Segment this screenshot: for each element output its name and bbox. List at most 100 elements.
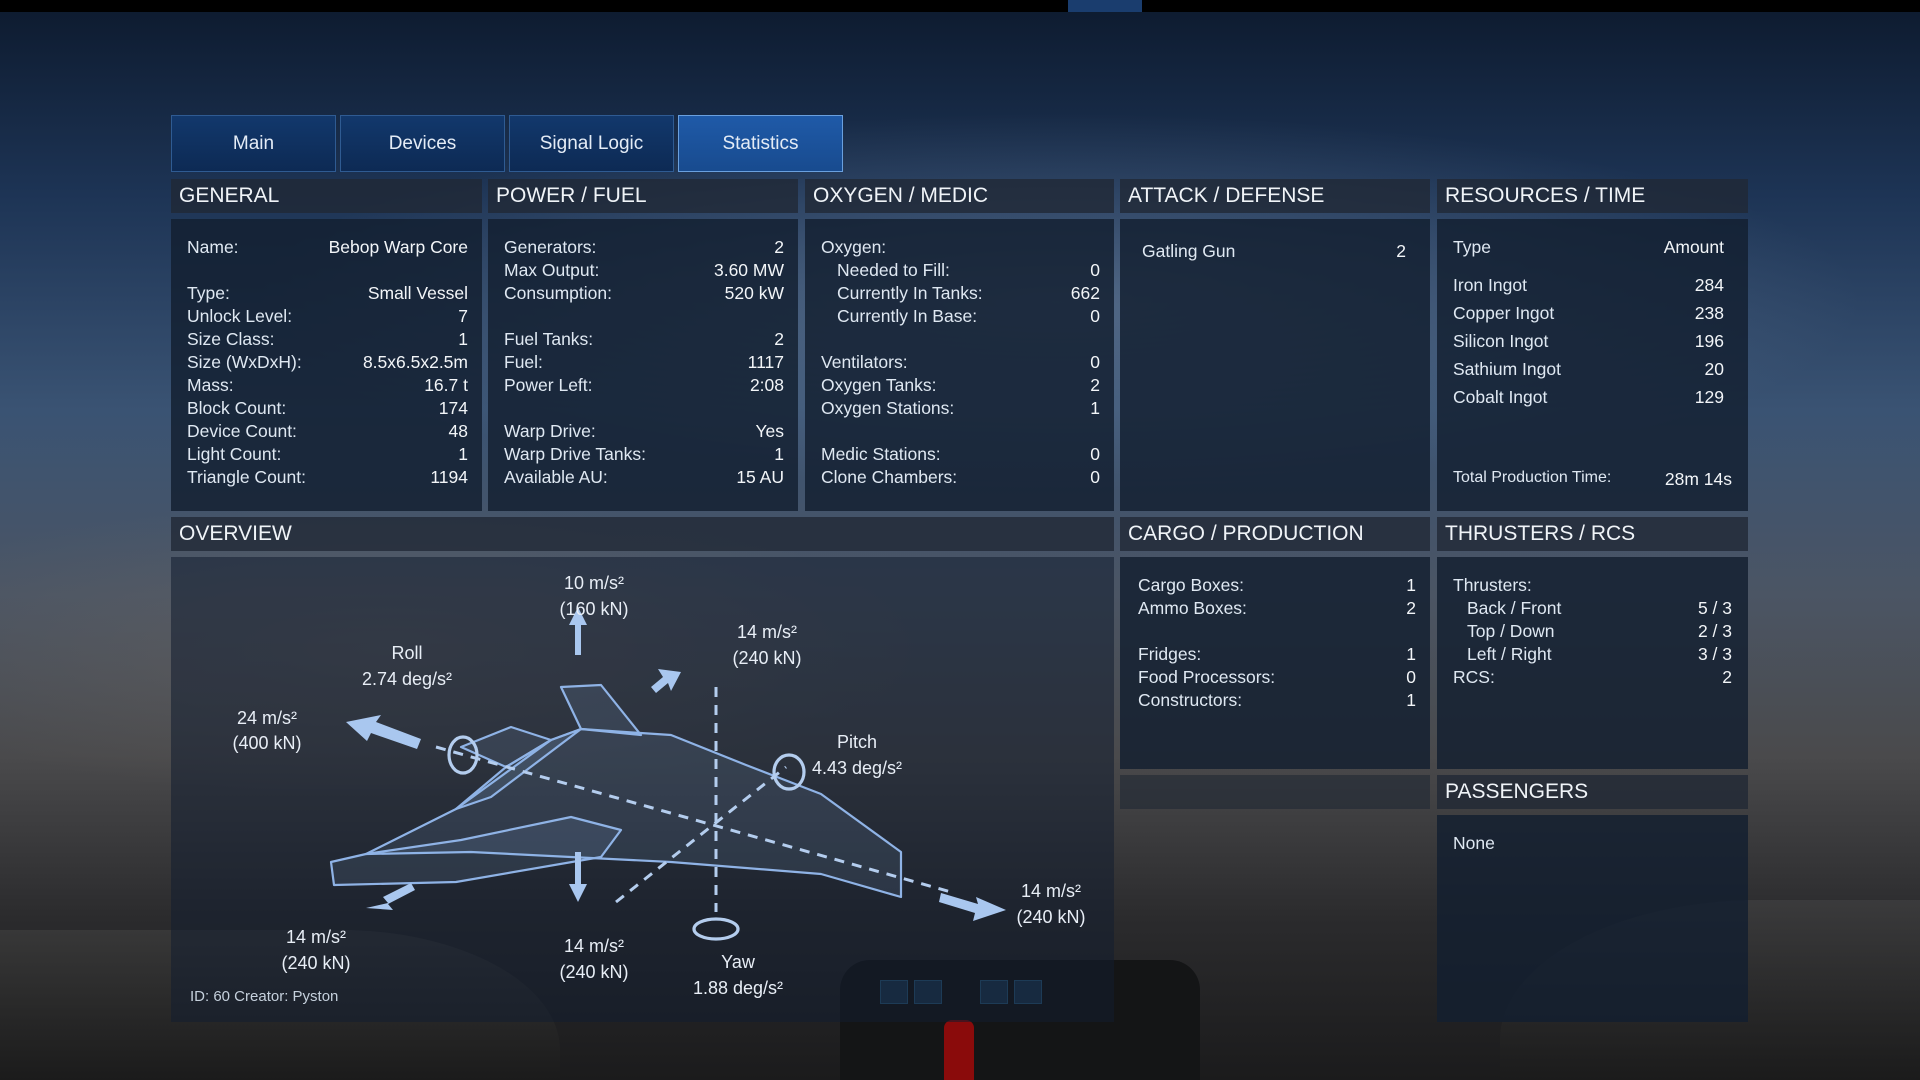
general-row-unlock-level: Unlock Level: 7: [187, 306, 468, 326]
oxygen-row-medic-stations: Medic Stations: 0: [821, 444, 1100, 464]
tab-signal-logic[interactable]: Signal Logic: [509, 115, 674, 172]
thrusters-title: THRUSTERS / RCS: [1437, 517, 1748, 551]
resources-col-amount: Amount: [1663, 237, 1724, 257]
cargo-row-fridges: Fridges: 1: [1138, 644, 1416, 664]
resources-row-cobalt-ingot: Cobalt Ingot 129: [1453, 387, 1724, 407]
general-row-size-class: Size Class: 1: [187, 329, 468, 349]
yaw-ring: [692, 917, 740, 941]
general-row-block-count: Block Count: 174: [187, 398, 468, 418]
general-title: GENERAL: [171, 179, 482, 213]
resources-row-sathium-ingot: Sathium Ingot 20: [1453, 359, 1724, 379]
pitch-label: Pitch: [837, 732, 877, 752]
back-arrow: [939, 893, 1006, 921]
back-force-label: (240 kN): [1016, 907, 1085, 927]
power-row-generators: Generators: 2: [504, 237, 784, 257]
power-row-fuel: Fuel: 1117: [504, 352, 784, 372]
attack-row-gatling-gun: Gatling Gun 2: [1142, 241, 1406, 261]
yaw-label: Yaw: [721, 952, 756, 972]
up-right-arrow: [651, 669, 681, 693]
overview-panel: OVERVIEW 10 m/s² (160 kN) 24 m/s² (400 k…: [171, 517, 1114, 1022]
passengers-panel: PASSENGERS None: [1437, 775, 1748, 1022]
cargo-row-ammo-boxes: Ammo Boxes: 2: [1138, 598, 1416, 618]
tab-main[interactable]: Main: [171, 115, 336, 172]
up-force-label: (160 kN): [559, 599, 628, 619]
oxygen-row-oxygen-stations: Oxygen Stations: 1: [821, 398, 1100, 418]
general-row-device-count: Device Count: 48: [187, 421, 468, 441]
power-row-max-output: Max Output: 3.60 MW: [504, 260, 784, 280]
power-row-warp-drive: Warp Drive: Yes: [504, 421, 784, 441]
oxygen-row-currently-in-tanks: Currently In Tanks: 662: [837, 283, 1100, 303]
resources-row-copper-ingot: Copper Ingot 238: [1453, 303, 1724, 323]
cargo-panel: CARGO / PRODUCTION Cargo Boxes: 1 Ammo Bo…: [1120, 517, 1430, 769]
back-accel-label: 14 m/s²: [1021, 881, 1081, 901]
resources-column-headers: Type Amount: [1453, 237, 1724, 258]
general-row-mass: Mass: 16.7 t: [187, 375, 468, 395]
power-title: POWER / FUEL: [488, 179, 798, 213]
thrusters-row-left-right: Left / Right 3 / 3: [1467, 644, 1732, 664]
cargo-lower-strip: [1120, 775, 1430, 809]
power-row-available-au: Available AU: 15 AU: [504, 467, 784, 487]
ship-thrust-diagram: 10 m/s² (160 kN) 24 m/s² (400 kN) 14 m/s…: [232, 573, 1085, 998]
forward-arrow: [346, 715, 421, 749]
general-panel: GENERAL Name: Bebop Warp Core Type: Small …: [171, 179, 482, 511]
tab-devices[interactable]: Devices: [340, 115, 505, 172]
forward-accel-label: 24 m/s²: [237, 708, 297, 728]
power-row-consumption: Consumption: 520 kW: [504, 283, 784, 303]
yaw-value: 1.88 deg/s²: [693, 978, 783, 998]
up-right-force-label: (240 kN): [732, 648, 801, 668]
thrusters-row-back-front: Back / Front 5 / 3: [1467, 598, 1732, 618]
oxygen-row-oxygen-tanks: Oxygen Tanks: 2: [821, 375, 1100, 395]
general-row-name: Name: Bebop Warp Core: [187, 237, 468, 257]
up-accel-label: 10 m/s²: [564, 573, 624, 593]
thrusters-panel: THRUSTERS / RCS Thrusters: Back / Front 5…: [1437, 517, 1748, 769]
tab-bar: Main Devices Signal Logic Statistics: [171, 115, 843, 172]
attack-body: [1120, 219, 1430, 511]
down-force-label: (240 kN): [559, 962, 628, 982]
resources-title: RESOURCES / TIME: [1437, 179, 1748, 213]
resources-row-silicon-ingot: Silicon Ingot 196: [1453, 331, 1724, 351]
forward-force-label: (400 kN): [232, 733, 301, 753]
down-accel-label: 14 m/s²: [564, 936, 624, 956]
thrusters-row-thrusters: Thrusters:: [1453, 575, 1532, 595]
thrusters-row-top-down: Top / Down 2 / 3: [1467, 621, 1732, 641]
ship-tail-fin: [559, 683, 643, 737]
console-red-lever: [944, 1020, 974, 1080]
cargo-row-cargo-boxes: Cargo Boxes: 1: [1138, 575, 1416, 595]
top-bar: [0, 0, 1920, 12]
tab-statistics[interactable]: Statistics: [678, 115, 843, 172]
oxygen-row-ventilators: Ventilators: 0: [821, 352, 1100, 372]
resources-panel: RESOURCES / TIME Type Amount Iron Ingot 28…: [1437, 179, 1748, 511]
attack-title: ATTACK / DEFENSE: [1120, 179, 1430, 213]
general-row-size: Size (WxDxH): 8.5x6.5x2.5m: [187, 352, 468, 372]
resources-col-type: Type: [1453, 237, 1491, 257]
power-row-fuel-tanks: Fuel Tanks: 2: [504, 329, 784, 349]
cargo-title: CARGO / PRODUCTION: [1120, 517, 1430, 551]
passengers-value: None: [1453, 833, 1495, 853]
pitch-value: 4.43 deg/s²: [812, 758, 902, 778]
resources-total-production-time: Total Production Time: 28m 14s: [1453, 469, 1732, 489]
oxygen-row-needed-to-fill: Needed to Fill: 0: [837, 260, 1100, 280]
thrusters-row-rcs: RCS: 2: [1453, 667, 1732, 687]
roll-ring: [447, 735, 479, 775]
roll-label: Roll: [391, 643, 422, 663]
top-bar-indicator: [1068, 0, 1142, 12]
cargo-row-constructors: Constructors: 1: [1138, 690, 1416, 710]
down-left-accel-label: 14 m/s²: [286, 927, 346, 947]
oxygen-row-oxygen: Oxygen:: [821, 237, 887, 257]
resources-row-iron-ingot: Iron Ingot 284: [1453, 275, 1724, 295]
ship-id-creator: ID: 60 Creator: Pyston: [190, 988, 339, 1005]
cargo-row-food-processors: Food Processors: 0: [1138, 667, 1416, 687]
power-row-warp-drive-tanks: Warp Drive Tanks: 1: [504, 444, 784, 464]
oxygen-panel: OXYGEN / MEDIC Oxygen: Needed to Fill: 0 …: [805, 179, 1114, 511]
passengers-title: PASSENGERS: [1437, 775, 1748, 809]
up-right-accel-label: 14 m/s²: [737, 622, 797, 642]
down-left-arrow: [366, 883, 415, 910]
general-row-type: Type: Small Vessel: [187, 283, 468, 303]
attack-panel: ATTACK / DEFENSE Gatling Gun 2: [1120, 179, 1430, 511]
oxygen-title: OXYGEN / MEDIC: [805, 179, 1114, 213]
roll-value: 2.74 deg/s²: [362, 669, 452, 689]
power-row-power-left: Power Left: 2:08: [504, 375, 784, 395]
oxygen-row-clone-chambers: Clone Chambers: 0: [821, 467, 1100, 487]
oxygen-row-currently-in-base: Currently In Base: 0: [837, 306, 1100, 326]
general-row-light-count: Light Count: 1: [187, 444, 468, 464]
